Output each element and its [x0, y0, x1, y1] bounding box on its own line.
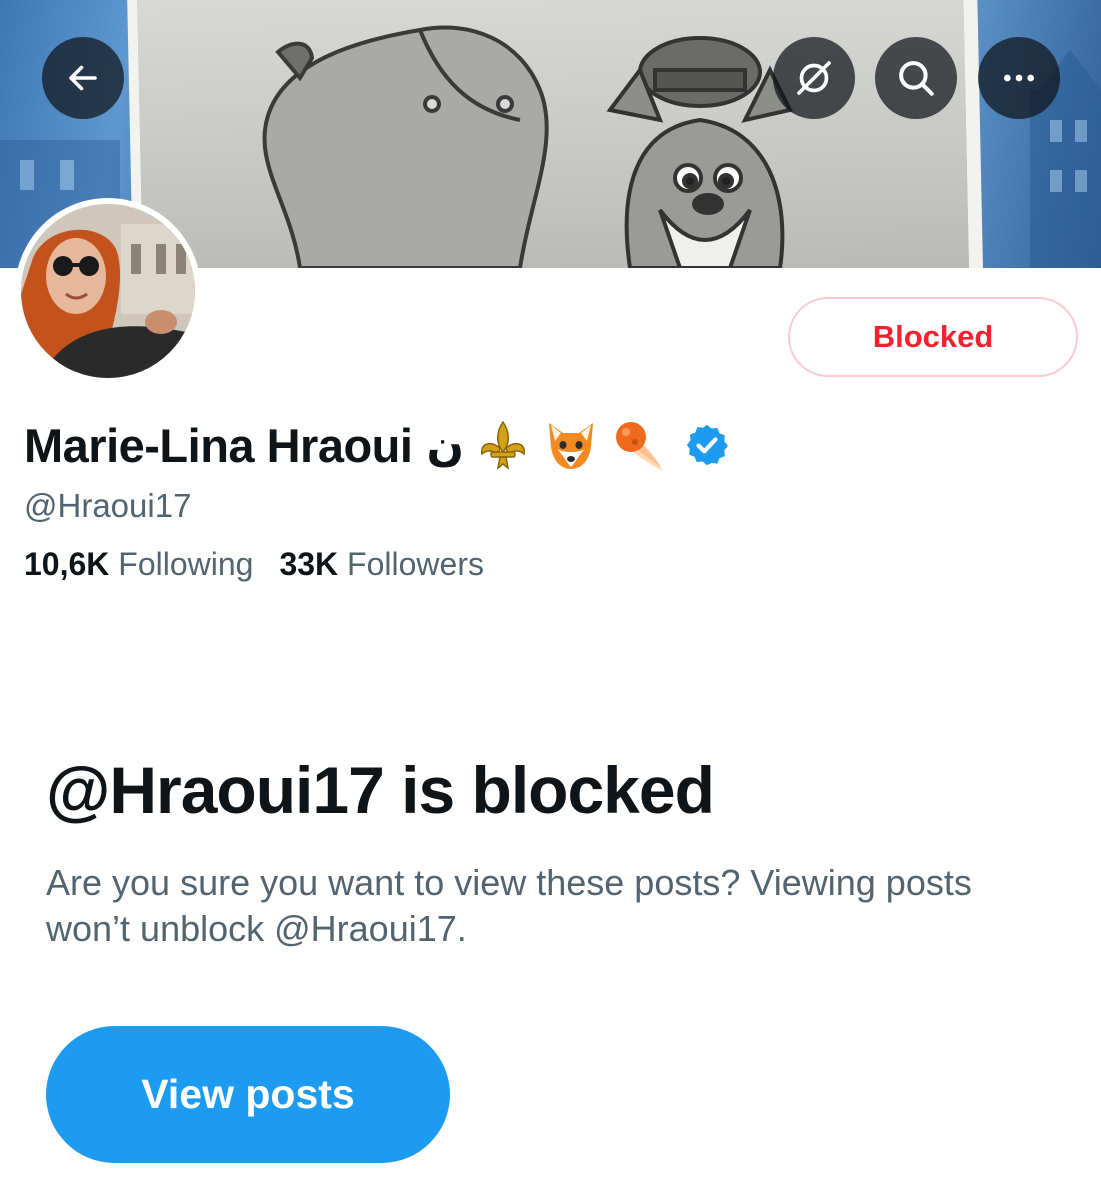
followers-label: Followers [347, 546, 484, 582]
avatar-photo [21, 204, 195, 378]
profile-stats: 10,6K Following 33K Followers [24, 546, 484, 583]
profile-name-row: Marie-Lina Hraoui ن [24, 410, 736, 480]
following-label: Following [118, 546, 254, 582]
grok-button[interactable] [773, 37, 855, 119]
more-horizontal-icon [1004, 74, 1034, 82]
blocked-button[interactable]: Blocked [788, 297, 1078, 377]
blocked-notice-message: Are you sure you want to view these post… [46, 862, 972, 949]
comet-icon [610, 416, 668, 474]
back-button[interactable] [42, 37, 124, 119]
view-posts-button[interactable]: View posts [46, 1026, 450, 1163]
following-stat[interactable]: 10,6K Following [24, 546, 253, 583]
following-count: 10,6K [24, 546, 110, 582]
followers-count: 33K [279, 546, 339, 582]
display-name: Marie-Lina Hraoui [24, 418, 413, 472]
blocked-notice-title: @Hraoui17 is blocked [46, 753, 715, 827]
avatar-portrait [21, 204, 195, 378]
verified-badge-icon [678, 416, 736, 474]
more-button[interactable] [978, 37, 1060, 119]
grok-icon [797, 61, 831, 95]
fox-face-icon [542, 416, 600, 474]
search-icon [899, 61, 934, 96]
fleur-de-lis-icon [474, 416, 532, 474]
profile-handle: @Hraoui17 [24, 487, 192, 524]
search-button[interactable] [875, 37, 957, 119]
display-name-arabic-letter: ن [426, 419, 465, 471]
avatar[interactable] [15, 198, 201, 384]
followers-stat[interactable]: 33K Followers [279, 546, 484, 583]
arrow-left-icon [69, 65, 97, 91]
